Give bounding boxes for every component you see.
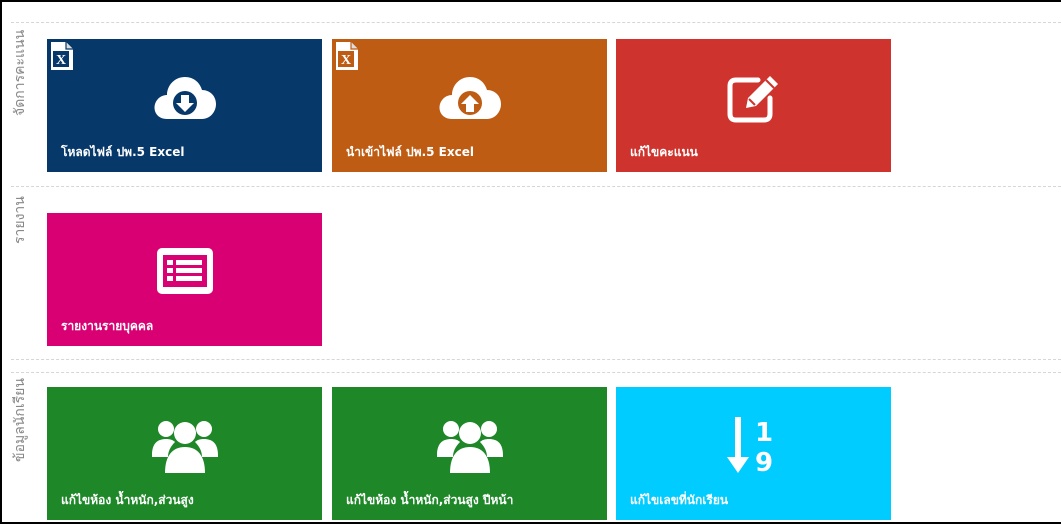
download-excel-tile[interactable]: X โหลดไฟล์ ปพ.5 Excel <box>47 39 322 172</box>
list-icon <box>150 243 220 299</box>
edit-student-number-tile[interactable]: 1 9 แก้ไขเลขที่นักเรียน <box>616 387 891 520</box>
individual-report-tile[interactable]: รายงานรายบุคคล <box>47 213 322 346</box>
section-divider <box>11 22 1061 23</box>
cloud-upload-icon <box>435 69 505 125</box>
cloud-download-icon <box>150 69 220 125</box>
edit-room-weight-height-tile[interactable]: แก้ไขห้อง น้ำหนัก,ส่วนสูง <box>47 387 322 520</box>
svg-text:9: 9 <box>754 448 772 475</box>
svg-text:X: X <box>341 53 351 68</box>
section-divider <box>11 186 1061 187</box>
tile-label: แก้ไขเลขที่นักเรียน <box>630 493 729 507</box>
excel-file-icon: X <box>51 42 73 70</box>
edit-icon <box>719 69 789 125</box>
tile-label: นำเข้าไฟล์ ปพ.5 Excel <box>346 145 474 159</box>
svg-text:1: 1 <box>754 418 772 448</box>
tile-label: แก้ไขห้อง น้ำหนัก,ส่วนสูง ปีหน้า <box>346 493 514 507</box>
tile-label: แก้ไขคะแนน <box>630 145 698 159</box>
tile-label: รายงานรายบุคคล <box>61 319 154 333</box>
excel-file-icon: X <box>336 42 358 70</box>
section-label-report: รายงาน <box>12 196 28 244</box>
users-icon <box>150 417 220 473</box>
section-label-score-management: จัดการคะแนน <box>12 30 28 117</box>
import-excel-tile[interactable]: X นำเข้าไฟล์ ปพ.5 Excel <box>332 39 607 172</box>
users-icon <box>435 417 505 473</box>
edit-score-tile[interactable]: แก้ไขคะแนน <box>616 39 891 172</box>
section-divider <box>11 359 1061 360</box>
svg-text:X: X <box>56 53 66 68</box>
tile-label: โหลดไฟล์ ปพ.5 Excel <box>61 145 185 159</box>
edit-room-weight-height-next-year-tile[interactable]: แก้ไขห้อง น้ำหนัก,ส่วนสูง ปีหน้า <box>332 387 607 520</box>
section-divider <box>11 372 1061 373</box>
tile-label: แก้ไขห้อง น้ำหนัก,ส่วนสูง <box>61 493 194 507</box>
sort-numeric-icon: 1 9 <box>719 417 789 475</box>
section-label-student-info: ข้อมูลนักเรียน <box>12 378 28 462</box>
content-panel: จัดการคะแนน X โหลดไฟล์ ปพ.5 Excel X นำเข… <box>0 0 1061 524</box>
